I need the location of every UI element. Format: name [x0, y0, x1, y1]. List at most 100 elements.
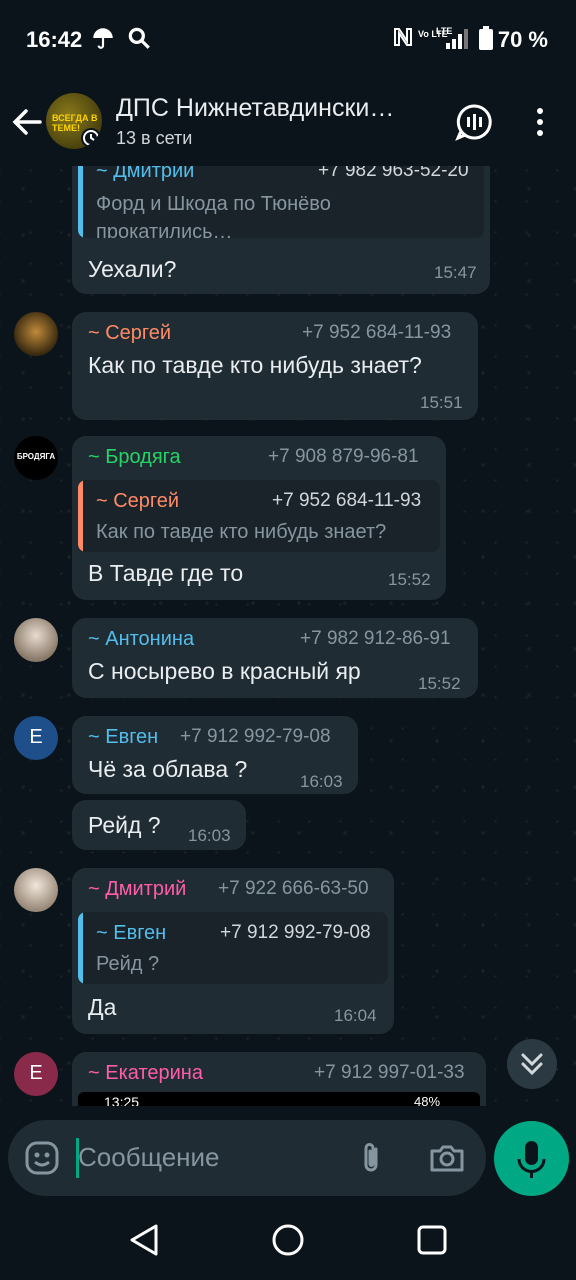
- nav-back-button[interactable]: [124, 1220, 164, 1260]
- voice-chat-button[interactable]: [454, 102, 494, 142]
- attach-button[interactable]: [354, 1140, 390, 1176]
- message-bubble[interactable]: ~ Дмитрий +7 982 963-52-20 Форд и Шкода …: [72, 166, 490, 294]
- back-button[interactable]: [10, 102, 46, 142]
- message-phone: +7 952 684-11-93: [302, 322, 452, 343]
- chat-header: ВСЕГДА В ТЕМЕ! ДПС Нижнетавдински… 13 в …: [0, 80, 576, 166]
- nav-recents-icon: [417, 1225, 447, 1255]
- message-composer: Сообщение: [8, 1120, 486, 1196]
- status-bar: 16:42 Vo LTE LTE 70 %: [0, 0, 576, 80]
- voice-record-button[interactable]: [494, 1121, 569, 1196]
- online-count: 13 в сети: [116, 128, 193, 148]
- quote-phone: +7 952 684-11-93: [272, 490, 422, 511]
- quote-phone: +7 912 992-79-08: [220, 922, 371, 943]
- message-bubble[interactable]: ~ Антонина +7 982 912-86-91 С носырево в…: [72, 618, 478, 698]
- status-time: 16:42: [26, 27, 83, 52]
- quote-bar: [78, 912, 83, 984]
- message-phone: +7 912 997-01-33: [314, 1062, 465, 1083]
- message-bubble[interactable]: ~ Евген +7 912 992-79-08 Чё за облава ? …: [72, 716, 358, 794]
- avatar[interactable]: [14, 618, 58, 662]
- timer-badge-icon: [81, 128, 101, 148]
- reply-quote[interactable]: ~ Евген +7 912 992-79-08 Рейд ?: [78, 912, 388, 984]
- quote-sender: ~ Сергей: [96, 490, 180, 512]
- message-bubble[interactable]: ~ Бродяга +7 908 879-96-81 ~ Сергей +7 9…: [72, 436, 446, 600]
- message-bubble[interactable]: ~ Екатерина +7 912 997-01-33 13:25 48%: [72, 1052, 486, 1106]
- avatar-letter: Е: [29, 1062, 43, 1084]
- avatar-text: БРОДЯГА: [16, 452, 56, 461]
- paperclip-icon: [364, 1143, 378, 1172]
- message-bubble[interactable]: ~ Дмитрий +7 922 666-63-50 ~ Евген +7 91…: [72, 868, 394, 1034]
- message-time: 16:03: [188, 826, 231, 845]
- voice-chat-icon: [455, 104, 492, 141]
- message-text: Чё за облава ?: [88, 756, 248, 782]
- image-attachment[interactable]: 13:25 48%: [78, 1092, 480, 1106]
- message-time: 15:51: [420, 393, 463, 412]
- emoji-button[interactable]: [24, 1140, 60, 1176]
- more-options-button[interactable]: [522, 102, 562, 142]
- nav-home-button[interactable]: [268, 1220, 308, 1260]
- message-sender: ~ Екатерина: [88, 1062, 203, 1084]
- battery-percent: 70 %: [497, 27, 548, 52]
- umbrella-icon: [90, 25, 116, 57]
- nav-recents-button[interactable]: [412, 1220, 452, 1260]
- group-avatar[interactable]: ВСЕГДА В ТЕМЕ!: [46, 93, 102, 149]
- avatar[interactable]: Е: [14, 1052, 58, 1096]
- avatar[interactable]: Е: [14, 716, 58, 760]
- quote-sender: ~ Дмитрий: [96, 166, 195, 182]
- nfc-icon: [392, 25, 414, 55]
- reply-quote[interactable]: ~ Дмитрий +7 982 963-52-20 Форд и Шкода …: [78, 166, 484, 238]
- message-time: 15:52: [418, 674, 461, 693]
- message-input[interactable]: Сообщение: [78, 1142, 220, 1173]
- message-sender: ~ Сергей: [88, 322, 172, 344]
- message-phone: +7 912 992-79-08: [180, 726, 331, 747]
- message-time: 15:52: [388, 570, 431, 589]
- quote-text: Как по тавде кто нибудь знает?: [96, 521, 387, 543]
- message-sender: ~ Евген: [88, 726, 159, 748]
- mic-icon: [517, 1141, 546, 1178]
- message-text: Как по тавде кто нибудь знает?: [88, 352, 422, 378]
- message-sender: ~ Антонина: [88, 628, 195, 650]
- message-phone: +7 982 912-86-91: [300, 628, 451, 649]
- scroll-to-bottom-button[interactable]: [507, 1039, 557, 1089]
- message-text: В Тавде где то: [88, 560, 244, 586]
- message-time: 16:03: [300, 772, 343, 791]
- message-text: С носырево в красный яр: [88, 658, 361, 684]
- quote-text: Рейд ?: [96, 953, 160, 975]
- nav-home-icon: [272, 1224, 304, 1256]
- battery-icon: [478, 25, 494, 57]
- camera-icon: [430, 1145, 464, 1172]
- message-sender: ~ Дмитрий: [88, 878, 187, 900]
- message-phone: +7 908 879-96-81: [268, 446, 419, 467]
- message-text: Уехали?: [88, 256, 177, 282]
- nav-back-icon: [130, 1224, 158, 1256]
- search-icon: [126, 25, 152, 57]
- back-arrow-icon: [12, 109, 42, 135]
- more-vert-icon: [537, 108, 543, 136]
- message-time: 16:04: [334, 1006, 377, 1025]
- message-bubble[interactable]: Рейд ? 16:03: [72, 800, 246, 850]
- avatar[interactable]: [14, 312, 58, 356]
- double-chevron-down-icon: [521, 1053, 543, 1076]
- quote-text: Форд и Шкода по Тюнёво прокатились…: [96, 193, 331, 238]
- system-nav-bar: [0, 1200, 576, 1280]
- message-text: Да: [88, 994, 117, 1020]
- avatar-letter: Е: [29, 726, 43, 748]
- reply-quote[interactable]: ~ Сергей +7 952 684-11-93 Как по тавде к…: [78, 480, 440, 552]
- message-list[interactable]: ~ Дмитрий +7 982 963-52-20 Форд и Шкода …: [0, 166, 576, 1106]
- quote-sender: ~ Евген: [96, 922, 167, 944]
- avatar[interactable]: [14, 868, 58, 912]
- camera-button[interactable]: [428, 1140, 466, 1176]
- quote-bar: [78, 166, 83, 238]
- message-phone: +7 922 666-63-50: [218, 878, 369, 899]
- emoji-icon: [25, 1141, 59, 1175]
- image-battery: 48%: [414, 1094, 441, 1106]
- message-sender: ~ Бродяга: [88, 446, 181, 468]
- group-title[interactable]: ДПС Нижнетавдински…: [116, 94, 426, 123]
- signal-icon: [440, 25, 472, 57]
- quote-phone: +7 982 963-52-20: [318, 166, 469, 181]
- message-bubble[interactable]: ~ Сергей +7 952 684-11-93 Как по тавде к…: [72, 312, 478, 420]
- avatar[interactable]: БРОДЯГА: [14, 436, 58, 480]
- image-time: 13:25: [104, 1094, 140, 1106]
- message-text: Рейд ?: [88, 812, 161, 838]
- message-time: 15:47: [434, 263, 477, 282]
- quote-bar: [78, 480, 83, 552]
